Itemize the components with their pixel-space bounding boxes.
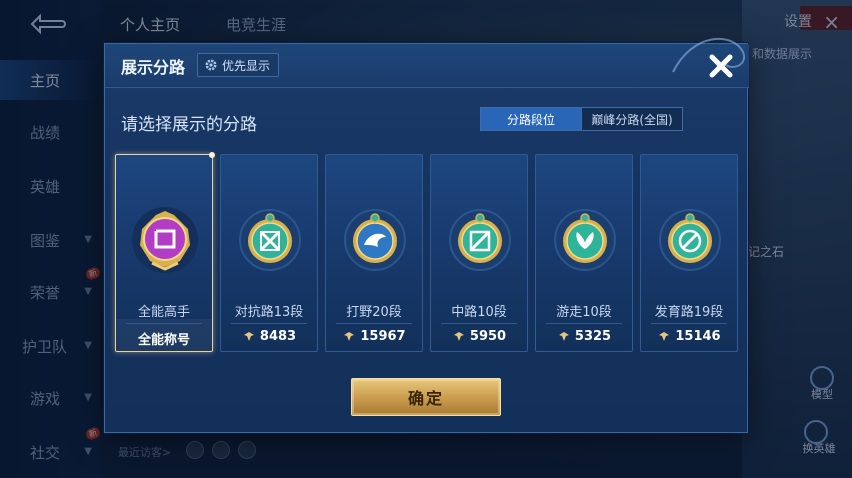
card-divider: [546, 323, 622, 324]
lane-card-points: 8483: [259, 329, 297, 344]
jungle-emblem-icon: [344, 209, 406, 271]
lane-card-footer: 15146: [641, 329, 737, 344]
lane-card-name: 中路10段: [451, 305, 507, 320]
lane-card-footer: 全能称号: [137, 333, 190, 348]
lane-card-roam[interactable]: 游走10段 5325: [535, 154, 633, 352]
priority-display-label: 优先显示: [222, 58, 271, 73]
tab-lane-rank[interactable]: 分路段位: [480, 107, 582, 131]
lane-card-mid-lane[interactable]: 中路10段 5950: [430, 154, 528, 352]
lane-card-all-round[interactable]: 全能高手 全能称号: [115, 152, 215, 352]
lane-card-points: 5950: [469, 329, 507, 344]
lane-card-footer: 5950: [431, 329, 527, 344]
lane-card-points: 15146: [675, 329, 721, 344]
dialog-title: 展示分路: [121, 58, 186, 77]
dialog-subtitle: 请选择展示的分路: [121, 115, 257, 135]
card-divider: [441, 323, 517, 324]
dialog-header: 展示分路 优先显示: [105, 38, 749, 88]
tab-peak-lane[interactable]: 巅峰分路(全国): [581, 107, 683, 131]
clash-lane-emblem-icon: [239, 209, 301, 271]
lane-card-name: 发育路19段: [654, 305, 724, 320]
farm-lane-emblem-icon: [659, 209, 721, 271]
rank-wing-icon: [453, 332, 464, 341]
selected-marker: [209, 152, 215, 158]
lane-card-points: 5325: [574, 329, 612, 344]
card-divider: [126, 323, 202, 324]
rank-wing-icon: [344, 332, 355, 341]
lane-card-name: 游走10段: [556, 305, 612, 320]
gear-icon: [205, 59, 217, 71]
lane-card-jungle[interactable]: 打野20段 15967: [325, 154, 423, 352]
lane-card-farm-lane[interactable]: 发育路19段 15146: [640, 154, 738, 352]
all-round-emblem-icon: [132, 207, 198, 273]
lane-card-clash-lane[interactable]: 对抗路13段 8483: [220, 154, 318, 352]
lane-card-name: 全能高手: [137, 305, 190, 320]
rank-wing-icon: [243, 332, 254, 341]
lane-card-footer: 15967: [326, 329, 422, 344]
lane-card-name: 对抗路13段: [234, 305, 304, 320]
lane-display-dialog: 展示分路 优先显示 请选择展示的分路 分路段位 巅峰分路(全国) 全能高手 全能…: [104, 38, 749, 433]
mid-lane-emblem-icon: [449, 209, 511, 271]
roam-emblem-icon: [554, 209, 616, 271]
lane-card-name: 打野20段: [346, 305, 402, 320]
card-divider: [651, 323, 727, 324]
priority-display-button[interactable]: 优先显示: [197, 53, 280, 77]
rank-wing-icon: [558, 332, 569, 341]
lane-card-footer: 8483: [221, 329, 317, 344]
lane-card-footer: 5325: [536, 329, 632, 344]
lane-card-list: 全能高手 全能称号 对抗路13段 8483 打野20段 15967 中路10段 …: [115, 152, 739, 354]
card-divider: [336, 323, 412, 324]
close-icon[interactable]: [703, 48, 739, 84]
card-divider: [231, 323, 307, 324]
confirm-button[interactable]: 确定: [351, 378, 501, 416]
lane-card-points: 15967: [360, 329, 406, 344]
rank-wing-icon: [659, 332, 670, 341]
